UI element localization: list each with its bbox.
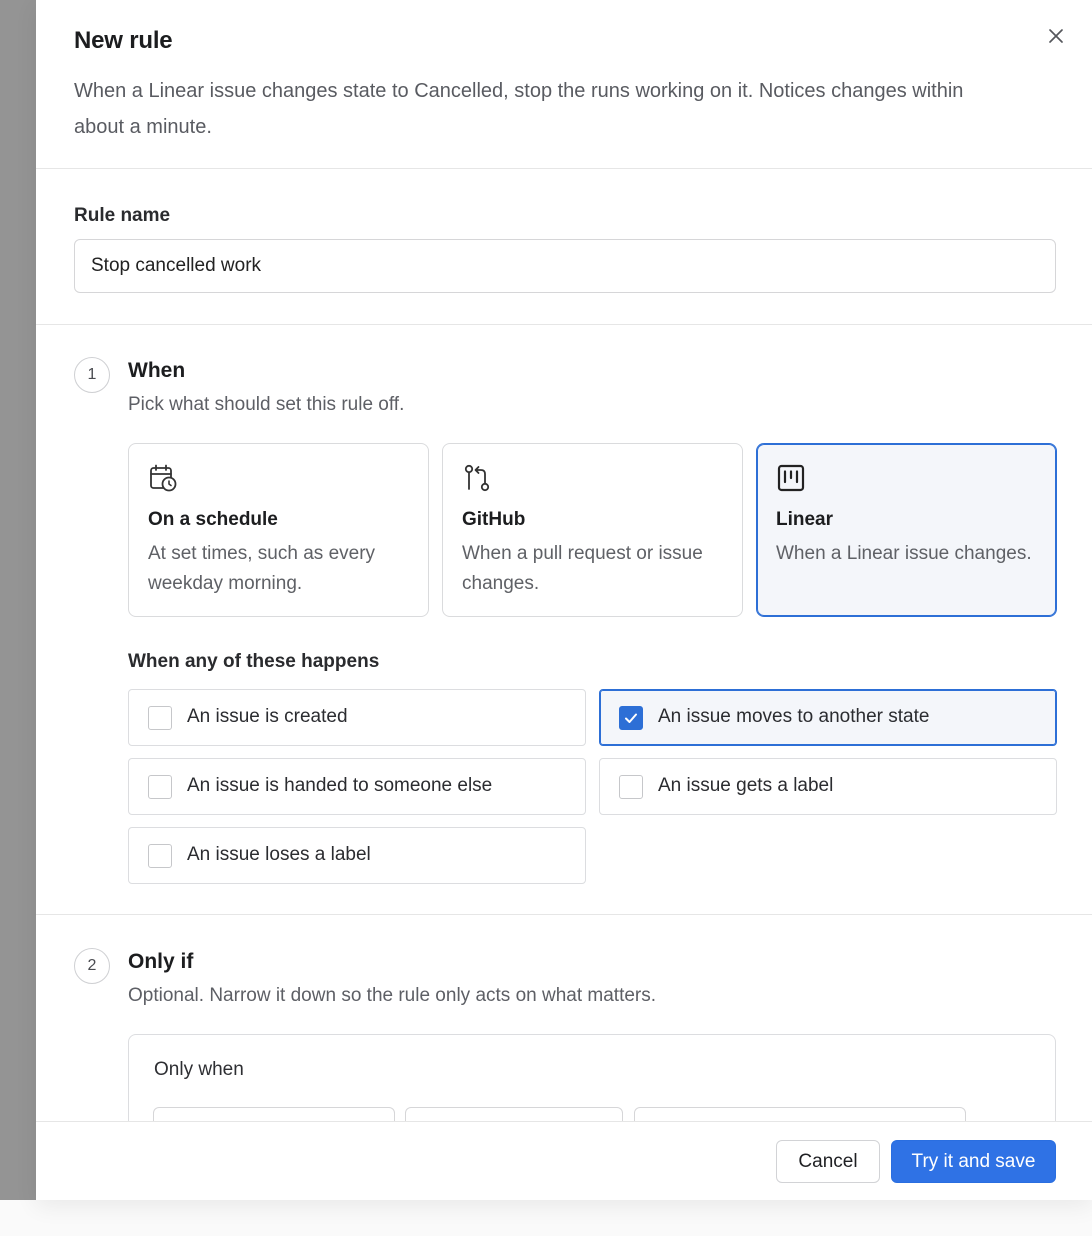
event-option-reassigned[interactable]: An issue is handed to someone else — [128, 758, 586, 815]
event-label: An issue is created — [187, 706, 348, 727]
rule-name-input[interactable] — [74, 239, 1056, 293]
calendar-clock-icon — [150, 464, 177, 492]
event-option-label-removed[interactable]: An issue loses a label — [128, 827, 586, 884]
trigger-card-linear[interactable]: Linear When a Linear issue changes. — [756, 443, 1057, 617]
event-label: An issue is handed to someone else — [187, 775, 493, 796]
dialog-footer: Cancel Try it and save — [36, 1121, 1092, 1200]
event-label: An issue gets a label — [658, 775, 834, 796]
section-divider — [36, 914, 1092, 915]
step-when-subtitle: Pick what should set this rule off. — [128, 394, 405, 415]
close-button[interactable] — [1042, 22, 1070, 50]
page-background — [0, 1200, 1092, 1236]
dialog-title: New rule — [74, 27, 173, 54]
trigger-title: Linear — [776, 509, 834, 530]
rule-name-label: Rule name — [74, 205, 171, 226]
event-option-state-change[interactable]: An issue moves to another state — [599, 689, 1057, 746]
trigger-description: When a Linear issue changes. — [776, 543, 1032, 564]
cancel-button[interactable]: Cancel — [776, 1140, 880, 1183]
dialog-header: New rule When a Linear issue changes sta… — [36, 0, 1092, 169]
new-rule-dialog: New rule When a Linear issue changes sta… — [36, 0, 1092, 1200]
checkbox-checked[interactable] — [619, 706, 643, 730]
board-icon — [777, 464, 805, 492]
checkbox[interactable] — [148, 706, 172, 730]
event-option-label-added[interactable]: An issue gets a label — [599, 758, 1057, 815]
trigger-title: On a schedule — [148, 509, 278, 530]
trigger-description: At set times, such as every weekday morn… — [148, 543, 376, 594]
step-number-1: 1 — [74, 357, 110, 393]
events-heading: When any of these happens — [128, 651, 380, 672]
trigger-card-github[interactable]: GitHub When a pull request or issue chan… — [442, 443, 743, 617]
check-icon — [625, 713, 637, 723]
step-only-if-title: Only if — [128, 950, 194, 973]
event-label: An issue moves to another state — [658, 706, 930, 727]
event-label: An issue loses a label — [187, 844, 371, 865]
checkbox[interactable] — [619, 775, 643, 799]
git-pull-request-icon — [464, 464, 490, 492]
checkbox[interactable] — [148, 844, 172, 868]
try-and-save-button[interactable]: Try it and save — [891, 1140, 1056, 1183]
dialog-description: When a Linear issue changes state to Can… — [74, 80, 964, 138]
rule-name-section: Rule name — [36, 169, 1092, 325]
step-when-title: When — [128, 359, 186, 382]
step-only-if-subtitle: Optional. Narrow it down so the rule onl… — [128, 985, 657, 1006]
backdrop-overlay[interactable] — [0, 0, 36, 1200]
trigger-title: GitHub — [462, 509, 526, 530]
trigger-description: When a pull request or issue changes. — [462, 543, 703, 594]
step-number-2: 2 — [74, 948, 110, 984]
checkbox[interactable] — [148, 775, 172, 799]
event-option-created[interactable]: An issue is created — [128, 689, 586, 746]
close-icon — [1049, 29, 1063, 43]
trigger-card-schedule[interactable]: On a schedule At set times, such as ever… — [128, 443, 429, 617]
condition-label: Only when — [154, 1059, 244, 1080]
